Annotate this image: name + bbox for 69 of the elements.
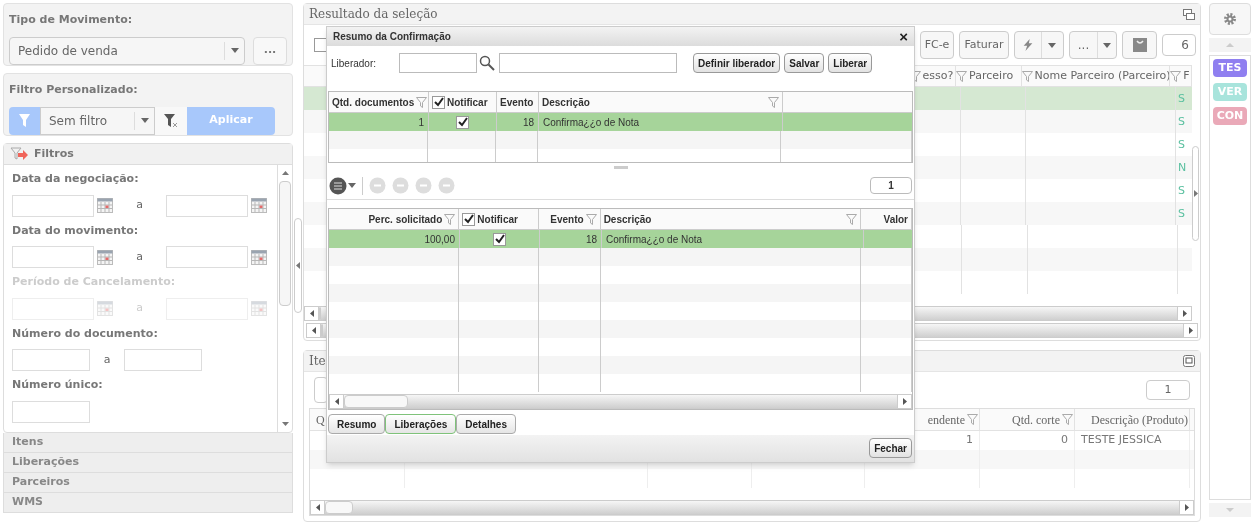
field-label: Filtro Personalizado: <box>9 82 139 98</box>
panel-title: Resultado da seleção <box>309 6 439 23</box>
invoice-button[interactable]: Faturar <box>959 31 1009 59</box>
field-label: Data do movimento: <box>12 222 140 239</box>
page-indicator: 6 <box>1162 34 1196 56</box>
section-header[interactable]: WMS <box>3 493 293 513</box>
column-header[interactable]: Valor <box>883 211 908 227</box>
table-cell-text: Confirma¿¿o de Nota <box>606 232 703 247</box>
table-row[interactable]: 100,00 18 Confirma¿¿o de Nota <box>329 230 912 249</box>
column-header[interactable]: F <box>1170 66 1192 86</box>
column-header[interactable]: Descrição <box>542 94 590 110</box>
column-header[interactable]: Q <box>310 410 325 429</box>
table-cell-text: S <box>1177 91 1186 107</box>
field-label: Número do documento: <box>12 325 159 342</box>
close-dialog-button[interactable]: Fechar <box>869 438 912 459</box>
tab[interactable]: Liberações <box>385 414 457 435</box>
column-header[interactable]: Notificar <box>447 94 488 110</box>
column-header[interactable]: Descrição <box>603 211 652 227</box>
table-row[interactable]: 1 18 Confirma¿¿o de Nota <box>329 113 912 131</box>
dialog-button[interactable]: Liberar <box>828 53 873 74</box>
table-cell-text: S <box>1177 183 1186 199</box>
column-header[interactable]: Notificar <box>477 211 518 227</box>
column-header[interactable]: Descrição (Produto) <box>1091 410 1188 429</box>
column-header[interactable]: Qtd. documentos <box>332 94 415 110</box>
column-header[interactable]: Perc. solicitado <box>368 211 443 227</box>
section-header[interactable]: Parceiros <box>3 473 293 493</box>
field-label: Tipo de Movimento: <box>9 12 134 28</box>
table-cell: TESTE JESSICA <box>1081 432 1162 449</box>
section-header[interactable]: Itens <box>3 433 293 453</box>
section-header[interactable]: Liberações <box>3 453 293 473</box>
nfce-button[interactable]: FC-e <box>920 31 954 59</box>
column-header[interactable]: Evento <box>550 211 584 227</box>
more-button[interactable]: ... <box>253 36 287 65</box>
table-cell: 1 <box>966 432 973 449</box>
column-header[interactable]: Nome Parceiro (Parceiro) <box>1021 66 1171 86</box>
tab[interactable]: Resumo <box>328 414 386 435</box>
field-label: Número único: <box>12 377 104 393</box>
custom-filter-dropdown[interactable]: Sem filtro <box>40 106 155 135</box>
page-indicator: 1 <box>870 177 912 195</box>
column-header[interactable]: Evento <box>500 94 534 110</box>
close-button[interactable]: × <box>899 28 908 44</box>
panel-title: Ite <box>309 353 327 370</box>
range-separator: a <box>102 351 112 368</box>
table-cell: 0 <box>1061 432 1068 449</box>
column-header[interactable]: Qtd. corte <box>1012 410 1060 429</box>
dialog-title: Resumo da Confirmação <box>333 29 452 44</box>
dialog-button[interactable]: Salvar <box>784 53 825 74</box>
column-header[interactable]: endente <box>927 410 965 429</box>
table-cell-text: 1 <box>418 115 424 130</box>
table-cell-text: 100,00 <box>424 232 455 247</box>
column-header[interactable]: Parceiro <box>956 66 1022 86</box>
movement-type-dropdown[interactable]: Pedido de venda <box>9 36 245 65</box>
field-label: Liberador: <box>331 56 378 71</box>
dialog-button[interactable]: Definir liberador <box>693 53 781 74</box>
range-separator: a <box>135 197 144 214</box>
table-cell-text: S <box>1177 114 1186 130</box>
section-title: Filtros <box>34 145 74 162</box>
table-cell-text: 18 <box>585 232 597 247</box>
table-cell-text: S <box>1177 137 1186 153</box>
tag-badge[interactable]: TES <box>1213 59 1247 77</box>
table-cell-text: Confirma¿¿o de Nota <box>543 115 640 130</box>
tab[interactable]: Detalhes <box>456 414 516 435</box>
table-cell-text: S <box>1177 206 1186 222</box>
range-separator: a <box>135 248 144 265</box>
table-cell-text: N <box>1177 160 1188 176</box>
field-label: Data da negociação: <box>12 171 140 187</box>
page-indicator: 1 <box>1146 380 1190 400</box>
table-cell-text: 18 <box>522 115 534 130</box>
more-split-button[interactable]: ... <box>1069 31 1117 59</box>
